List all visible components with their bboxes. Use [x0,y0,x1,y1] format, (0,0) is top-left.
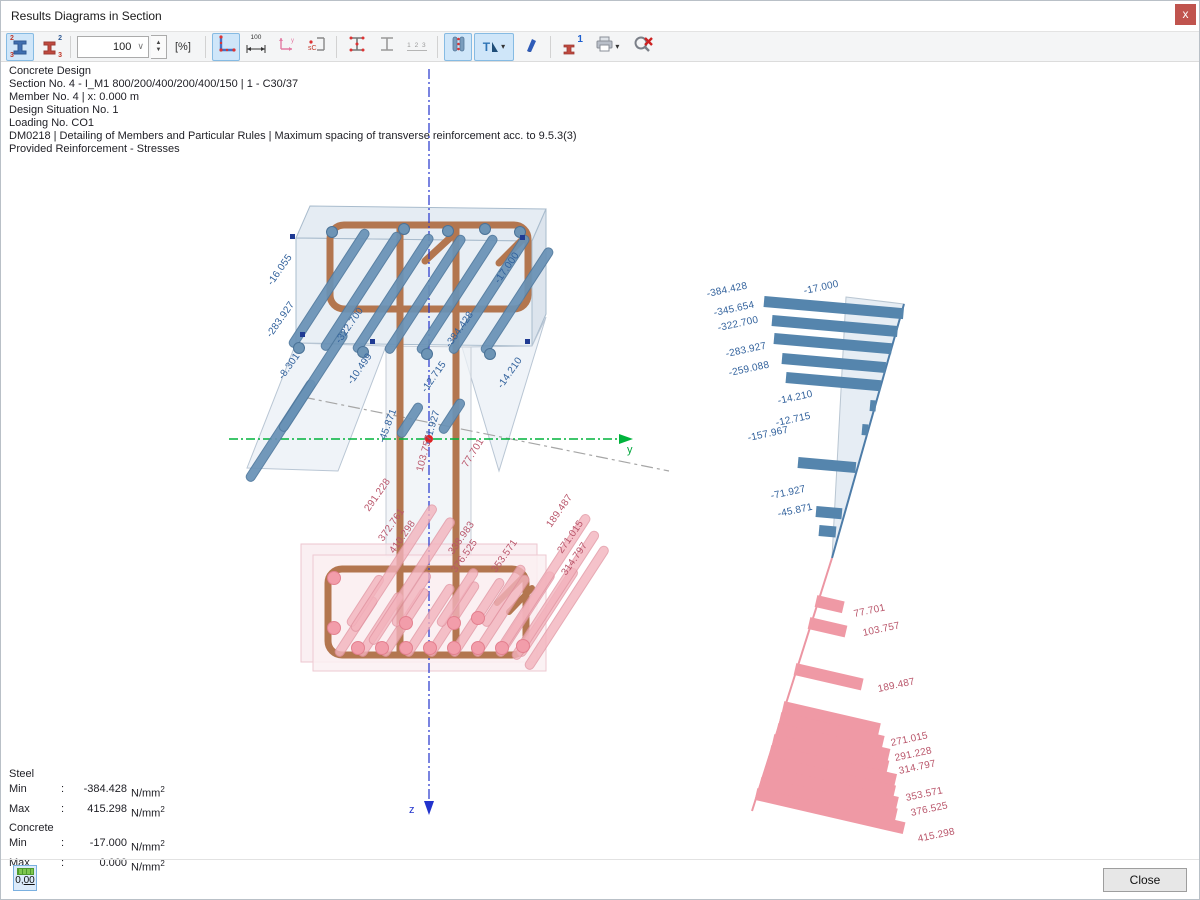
chevron-down-icon: ∨ [137,41,144,52]
ruler-icon [17,868,34,875]
clear-results-icon [632,34,654,59]
y-axis-arrow [619,434,633,444]
legend-concrete-heading: Concrete [9,821,165,836]
section-outline-button[interactable] [373,33,401,61]
corner-points-icon [216,34,236,59]
section-axes-icon: y [276,34,296,59]
rebar-dot [516,639,530,653]
axis-label: z [409,804,415,816]
reinforcement-button[interactable] [444,33,472,61]
steel-min-value: -384.428 [71,782,127,802]
chevron-down-icon: ▾ [615,42,619,51]
toolbar-separator [205,36,206,58]
titlebar: Results Diagrams in Section x [1,1,1199,31]
results-diagram-2-icon: 2 3 [10,37,30,57]
rebar-dot [484,348,496,360]
legend-row: Max : 415.298 N/mm2 [9,802,165,822]
values-display-icon: T [483,40,500,54]
diagram-compression-bar [870,400,877,411]
axis-label: y [627,444,633,456]
rebar-dot [351,641,365,655]
statusbar-divider [1,859,1199,860]
zoom-spinner[interactable]: ▲▼ [151,35,167,59]
window-close-button[interactable]: x [1175,4,1196,25]
section-geometry [1,62,1200,857]
legend-steel-heading: Steel [9,767,165,782]
diagram-compression-bar [862,424,869,435]
rebar-dot [326,226,338,238]
rebar-dot [421,348,433,360]
stress-points-icon [347,34,367,59]
diagram-compression-bar [819,525,837,537]
print-button[interactable]: ▾ [587,33,627,61]
chevron-down-icon: ▾ [501,42,505,51]
values-display-button[interactable]: T ▾ [474,33,514,61]
rebar-dot [398,223,410,235]
toolbar-separator [70,36,71,58]
window-title: Results Diagrams in Section [11,9,162,23]
toolbar-separator [336,36,337,58]
numbering-icon: 1 2 3 [407,42,426,51]
results-diagrams-window: Results Diagrams in Section x 2 3 2 3 10… [0,0,1200,900]
legend-row: Min : -384.428 N/mm2 [9,782,165,802]
results-diagram-3-button[interactable]: 2 3 [36,33,64,61]
brush-icon [520,34,540,59]
z-axis-arrow [424,801,434,815]
svg-text:y: y [291,38,294,44]
rebar-dot [423,641,437,655]
stress-points-button[interactable] [343,33,371,61]
zoom-value: 100 [113,41,131,53]
rebar-dot [447,616,461,630]
numbering-button[interactable]: 1 2 3 [403,33,431,61]
diagram-compression-bar [816,506,843,519]
reinforcement-icon [448,34,468,59]
steel-max-value: 415.298 [71,802,127,822]
sc-glyph: sC [308,45,317,52]
rebar-dot [471,641,485,655]
corner-points-button[interactable] [212,33,240,61]
rebar-dot [447,641,461,655]
toolbar-separator [437,36,438,58]
rebar-dot [399,641,413,655]
results-diagram-3-icon: 2 3 [40,37,60,57]
rebar-dot [375,641,389,655]
corner-marker [300,332,305,337]
measure-tool[interactable]: 0,00 [13,865,37,891]
shear-center-button[interactable]: sC [302,33,330,61]
section-outline-icon [377,34,397,59]
rebar-dot [479,223,491,235]
toolbar-separator [550,36,551,58]
rebar-dot [399,616,413,630]
zoom-percent-select[interactable]: 100 ∨ [77,36,149,58]
brush-button[interactable] [516,33,544,61]
corner-marker [525,339,530,344]
rebar-dot [327,571,341,585]
corner-marker [290,234,295,239]
close-button[interactable]: Close [1103,868,1187,892]
clear-results-button[interactable] [629,33,657,61]
toolbar: 2 3 2 3 100 ∨ ▲▼ [%] [1,31,1199,62]
results-diagram-2-button[interactable]: 2 3 [6,33,34,61]
rebar-dot [327,621,341,635]
corner-marker [520,235,525,240]
dimension-icon: 100 [245,34,267,59]
dimension-button[interactable]: 100 [242,33,270,61]
section-drawing-canvas: -16.055-283.927-322.700-8.301-10.499-384… [1,62,1200,857]
shear-center-icon: sC [305,34,327,59]
rebar-dot [471,611,485,625]
rebar-dot [442,225,454,237]
legend-row: Min : -17.000 N/mm2 [9,836,165,856]
rebar-dot [495,641,509,655]
info-button[interactable]: 1 [557,33,585,61]
info-icon: 1 [561,37,581,57]
print-icon [594,34,614,59]
concrete-min-value: -17.000 [71,836,127,856]
corner-marker [370,339,375,344]
percent-label: [%] [175,41,191,53]
section-axes-button[interactable]: y [272,33,300,61]
